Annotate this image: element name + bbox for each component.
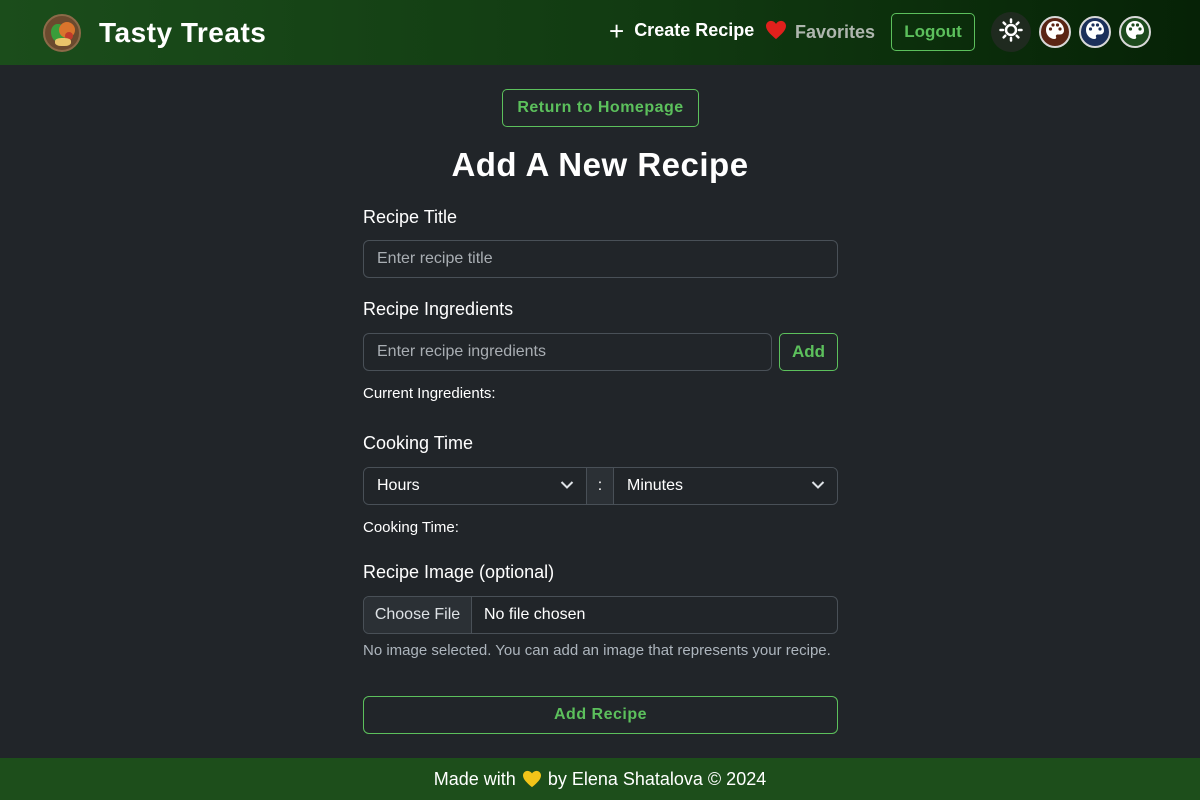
theme-palette-button-blue[interactable]: [1079, 16, 1111, 48]
create-recipe-link[interactable]: + Create Recipe: [609, 15, 755, 46]
recipe-ingredients-input[interactable]: Enter recipe ingredients: [363, 333, 772, 371]
hours-select[interactable]: Hours: [364, 468, 586, 504]
plus-icon: +: [609, 15, 625, 46]
chevron-down-icon: [811, 477, 825, 495]
sun-icon: [999, 17, 1023, 47]
footer: Made with by Elena Shatalova © 2024: [0, 758, 1200, 800]
file-status-text: No file chosen: [484, 606, 586, 623]
top-navbar: Tasty Treats + Create Recipe Favorites L…: [0, 0, 1200, 65]
image-help-text: No image selected. You can add an image …: [363, 642, 831, 659]
brand[interactable]: Tasty Treats: [43, 14, 266, 52]
recipe-image-label: Recipe Image (optional): [363, 562, 555, 582]
palette-icon: [1045, 20, 1065, 45]
hours-select-value: Hours: [377, 477, 420, 494]
heart-icon: [765, 20, 787, 45]
recipe-title-label: Recipe Title: [363, 207, 458, 227]
add-recipe-button[interactable]: Add Recipe: [363, 696, 838, 734]
return-homepage-button[interactable]: Return to Homepage: [502, 89, 699, 127]
favorites-link[interactable]: Favorites: [765, 20, 875, 45]
cooking-time-summary: Cooking Time:: [363, 519, 459, 536]
add-ingredient-button[interactable]: Add: [779, 333, 838, 371]
footer-prefix: Made with: [433, 768, 516, 789]
create-recipe-label: Create Recipe: [634, 20, 755, 40]
palette-icon: [1085, 20, 1105, 45]
theme-toggle-button[interactable]: [991, 12, 1031, 52]
time-separator: :: [586, 468, 614, 504]
palette-icon: [1125, 20, 1145, 45]
logout-button[interactable]: Logout: [891, 13, 975, 51]
minutes-select[interactable]: Minutes: [614, 468, 837, 504]
recipe-title-input[interactable]: Enter recipe title: [363, 240, 838, 278]
theme-palette-button-green[interactable]: [1119, 16, 1151, 48]
recipe-image-file-input[interactable]: Choose File No file chosen: [363, 596, 838, 634]
theme-palette-button-red[interactable]: [1039, 16, 1071, 48]
cooking-time-label: Cooking Time: [363, 433, 474, 453]
chevron-down-icon: [560, 477, 574, 495]
footer-suffix: by Elena Shatalova © 2024: [547, 768, 767, 789]
recipe-ingredients-label: Recipe Ingredients: [363, 299, 514, 319]
choose-file-button[interactable]: Choose File: [364, 597, 472, 633]
brand-logo-icon: [43, 14, 81, 52]
yellow-heart-icon: [522, 770, 542, 788]
favorites-label: Favorites: [795, 22, 876, 42]
brand-title: Tasty Treats: [99, 17, 267, 48]
page-title: Add A New Recipe: [451, 146, 749, 183]
current-ingredients-label: Current Ingredients:: [363, 385, 496, 402]
minutes-select-value: Minutes: [627, 477, 684, 494]
cooking-time-group: Hours : Minutes: [363, 467, 838, 505]
